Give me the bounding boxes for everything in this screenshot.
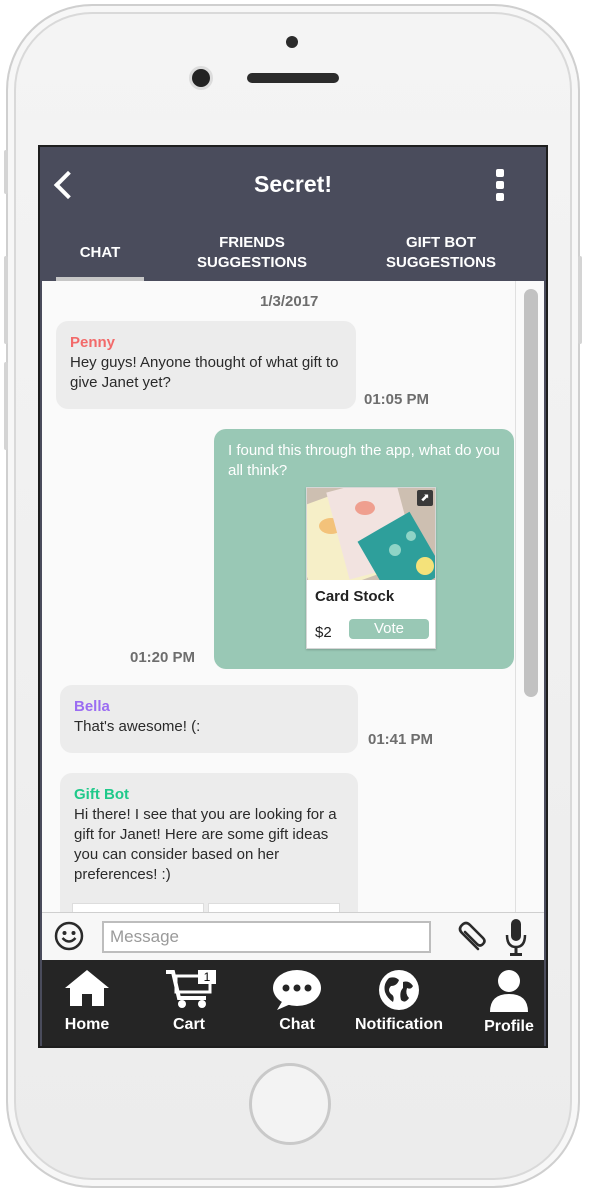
tab-chat[interactable]: CHAT — [56, 225, 144, 281]
nav-chat-label: Chat — [279, 1016, 315, 1033]
message-bubble-bella: Bella That's awesome! (: — [60, 685, 358, 753]
product-card[interactable]: ⬈ Card Stock $2 Vote — [306, 487, 436, 649]
message-sender: Gift Bot — [74, 786, 129, 803]
volume-up-button — [4, 256, 8, 344]
nav-chat[interactable]: Chat — [262, 960, 332, 1046]
earpiece-speaker — [247, 73, 339, 83]
message-sender: Bella — [74, 698, 110, 715]
message-text: I found this through the app, what do yo… — [228, 442, 500, 479]
proximity-sensor — [286, 36, 298, 48]
app-screen: Secret! CHAT FRIENDS SUGGESTIONS GIFT BO… — [38, 145, 548, 1048]
tab-giftbot-label-line2: SUGGESTIONS — [385, 254, 497, 271]
nav-home-label: Home — [64, 1016, 110, 1033]
tab-friends-label-line2: SUGGESTIONS — [196, 254, 308, 271]
message-time: 01:05 PM — [364, 391, 430, 408]
bottom-navigation: Home 1 Cart Chat Notification Profile — [42, 960, 544, 1046]
message-bubble-outgoing: I found this through the app, what do yo… — [214, 429, 514, 669]
chat-area[interactable]: 1/3/2017 Penny Hey guys! Anyone thought … — [42, 281, 544, 912]
chat-bubble-icon — [273, 970, 321, 1010]
product-price: $2 — [315, 624, 332, 641]
app-header: Secret! — [40, 147, 546, 225]
nav-cart-label: Cart — [172, 1016, 205, 1033]
message-input-bar — [42, 912, 544, 961]
emoji-icon[interactable] — [54, 921, 84, 951]
globe-icon — [379, 970, 419, 1010]
message-bubble-gift-bot: Gift Bot Hi there! I see that you are lo… — [60, 773, 358, 912]
gift-suggestion-card[interactable] — [72, 903, 204, 912]
tab-gift-bot-suggestions[interactable]: GIFT BOT SUGGESTIONS — [358, 225, 524, 281]
cart-badge: 1 — [198, 970, 216, 984]
chat-scrollbar[interactable] — [515, 281, 544, 912]
vote-button[interactable]: Vote — [349, 619, 429, 639]
microphone-icon[interactable] — [504, 917, 528, 957]
product-name: Card Stock — [315, 588, 395, 605]
tab-friends-label-line1: FRIENDS — [219, 234, 285, 251]
side-button — [4, 150, 8, 194]
tab-bar: CHAT FRIENDS SUGGESTIONS GIFT BOT SUGGES… — [40, 225, 546, 281]
home-icon — [65, 970, 109, 1006]
more-options-icon[interactable] — [494, 169, 506, 203]
tab-friends-suggestions[interactable]: FRIENDS SUGGESTIONS — [170, 225, 334, 281]
nav-home[interactable]: Home — [52, 960, 122, 1046]
nav-notification[interactable]: Notification — [342, 960, 456, 1046]
expand-icon[interactable]: ⬈ — [417, 490, 433, 506]
message-text: Hey guys! Anyone thought of what gift to… — [70, 354, 339, 391]
message-input[interactable] — [102, 921, 431, 953]
tab-chat-label: CHAT — [79, 244, 121, 261]
product-image — [307, 488, 435, 580]
power-button — [578, 256, 582, 344]
volume-down-button — [4, 362, 8, 450]
nav-profile[interactable]: Profile — [474, 960, 544, 1046]
message-time: 01:20 PM — [130, 649, 196, 666]
page-title: Secret! — [254, 171, 332, 197]
gift-suggestion-card[interactable] — [208, 903, 340, 912]
nav-profile-label: Profile — [484, 1018, 534, 1035]
message-sender: Penny — [70, 334, 116, 351]
profile-icon — [490, 970, 528, 1012]
message-bubble-penny: Penny Hey guys! Anyone thought of what g… — [56, 321, 356, 409]
message-time: 01:41 PM — [368, 731, 434, 748]
home-hardware-button[interactable] — [249, 1063, 331, 1145]
nav-notification-label: Notification — [355, 1016, 443, 1033]
scrollbar-thumb[interactable] — [524, 289, 538, 697]
nav-cart[interactable]: 1 Cart — [154, 960, 224, 1046]
message-text: Hi there! I see that you are looking for… — [74, 806, 337, 883]
front-camera — [192, 69, 210, 87]
attachment-icon[interactable] — [452, 919, 488, 955]
tab-giftbot-label-line1: GIFT BOT — [406, 234, 476, 251]
chat-date: 1/3/2017 — [260, 293, 319, 310]
message-text: That's awesome! (: — [74, 718, 201, 735]
